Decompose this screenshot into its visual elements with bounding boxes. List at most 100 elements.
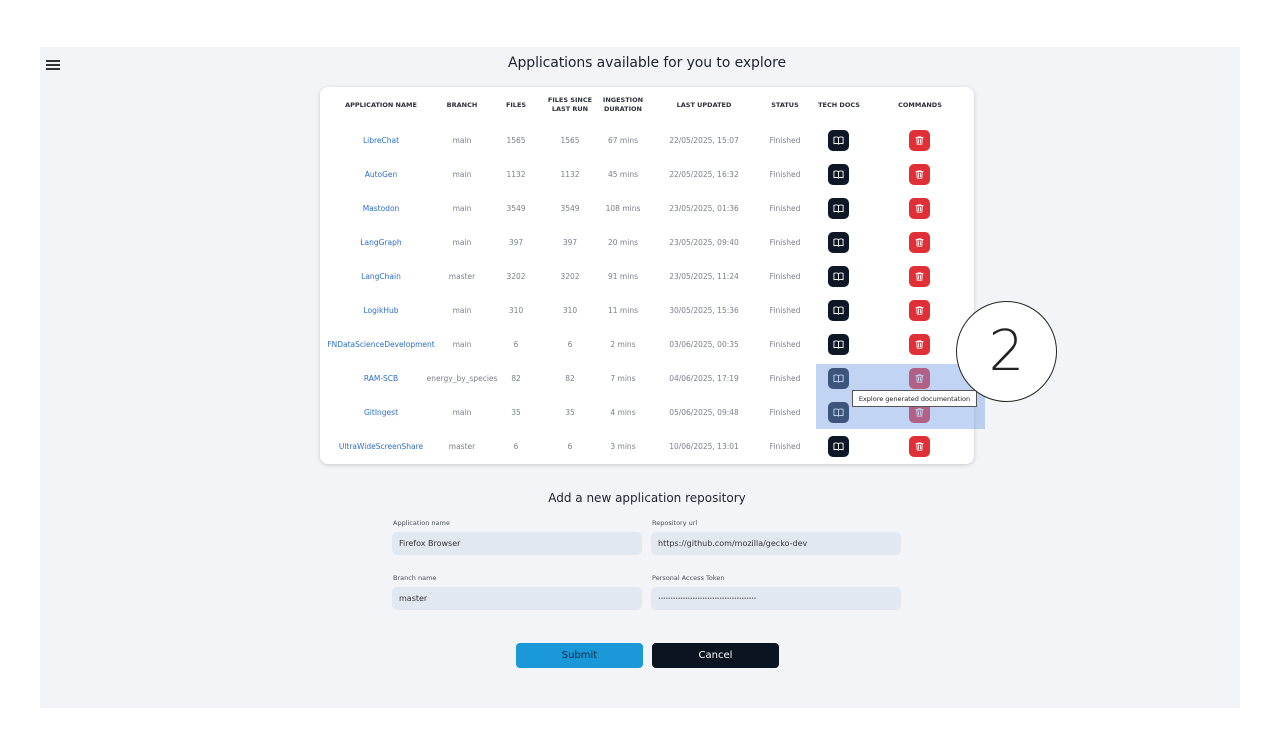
trash-icon bbox=[914, 135, 925, 146]
status-cell: Finished bbox=[769, 441, 801, 451]
col-header-files-since: FILES SINCE LAST RUN bbox=[547, 96, 593, 113]
col-header-duration: INGESTION DURATION bbox=[602, 96, 644, 113]
delete-button[interactable] bbox=[909, 334, 930, 355]
trash-icon bbox=[914, 237, 925, 248]
col-header-commands: COMMANDS bbox=[898, 100, 942, 109]
files-cell: 3549 bbox=[506, 203, 526, 213]
book-icon bbox=[833, 271, 844, 282]
table-row: AutoGen main 1132 1132 45 mins 22/05/2025, 16… bbox=[320, 157, 974, 191]
branch-cell: master bbox=[448, 441, 476, 451]
app-name-link[interactable]: FNDataScienceDevelopment bbox=[320, 327, 442, 361]
book-icon bbox=[833, 169, 844, 180]
last-updated-cell: 23/05/2025, 09:40 bbox=[669, 237, 739, 247]
last-updated-cell: 23/05/2025, 11:24 bbox=[669, 271, 739, 281]
book-icon bbox=[833, 441, 844, 452]
last-updated-cell: 22/05/2025, 15:07 bbox=[669, 135, 739, 145]
files-cell: 6 bbox=[513, 441, 519, 451]
last-updated-cell: 10/06/2025, 13:01 bbox=[669, 441, 739, 451]
app-name-link[interactable]: LogikHub bbox=[320, 293, 442, 327]
duration-cell: 11 mins bbox=[608, 305, 638, 315]
app-name-link[interactable]: LibreChat bbox=[320, 123, 442, 157]
files-cell: 6 bbox=[513, 339, 519, 349]
files-since-cell: 82 bbox=[565, 373, 575, 383]
tech-docs-button[interactable] bbox=[828, 300, 849, 321]
status-cell: Finished bbox=[769, 305, 801, 315]
last-updated-cell: 03/06/2025, 00:35 bbox=[669, 339, 739, 349]
repo-url-input[interactable]: https://github.com/mozilla/gecko-dev bbox=[651, 532, 901, 555]
files-since-cell: 35 bbox=[565, 407, 575, 417]
tech-docs-button[interactable] bbox=[828, 232, 849, 253]
repo-url-label: Repository url bbox=[652, 519, 698, 527]
delete-button[interactable] bbox=[909, 198, 930, 219]
table-row: LangChain master 3202 3202 91 mins 23/05/2025… bbox=[320, 259, 974, 293]
app-name-link[interactable]: GitIngest bbox=[320, 395, 442, 429]
app-name-link[interactable]: UltraWideScreenShare bbox=[320, 429, 442, 463]
tech-docs-button[interactable] bbox=[828, 436, 849, 457]
files-cell: 310 bbox=[508, 305, 524, 315]
tech-docs-button[interactable] bbox=[828, 266, 849, 287]
cancel-button[interactable]: Cancel bbox=[652, 643, 779, 668]
tech-docs-button[interactable] bbox=[828, 130, 849, 151]
files-cell: 1132 bbox=[506, 169, 526, 179]
col-header-status: STATUS bbox=[771, 100, 799, 109]
status-cell: Finished bbox=[769, 373, 801, 383]
files-cell: 1565 bbox=[506, 135, 526, 145]
last-updated-cell: 30/05/2025, 15:36 bbox=[669, 305, 739, 315]
tech-docs-button[interactable] bbox=[828, 334, 849, 355]
files-cell: 397 bbox=[508, 237, 524, 247]
tooltip: Explore generated documentation bbox=[852, 390, 977, 407]
app-name-link[interactable]: AutoGen bbox=[320, 157, 442, 191]
last-updated-cell: 04/06/2025, 17:19 bbox=[669, 373, 739, 383]
book-icon bbox=[833, 305, 844, 316]
app-name-link[interactable]: LangGraph bbox=[320, 225, 442, 259]
last-updated-cell: 22/05/2025, 16:32 bbox=[669, 169, 739, 179]
book-icon bbox=[833, 135, 844, 146]
col-header-files: FILES bbox=[505, 100, 527, 109]
trash-icon bbox=[914, 339, 925, 350]
delete-button[interactable] bbox=[909, 130, 930, 151]
status-cell: Finished bbox=[769, 135, 801, 145]
trash-icon bbox=[914, 271, 925, 282]
app-name-link[interactable]: RAM-SCB bbox=[320, 361, 442, 395]
app-name-link[interactable]: LangChain bbox=[320, 259, 442, 293]
delete-button[interactable] bbox=[909, 232, 930, 253]
files-since-cell: 310 bbox=[562, 305, 578, 315]
status-cell: Finished bbox=[769, 339, 801, 349]
branch-cell: main bbox=[452, 305, 472, 315]
files-since-cell: 1565 bbox=[560, 135, 580, 145]
trash-icon bbox=[914, 203, 925, 214]
tech-docs-button[interactable] bbox=[828, 198, 849, 219]
branch-cell: main bbox=[452, 169, 472, 179]
table-row: LibreChat main 1565 1565 67 mins 22/05/2025, … bbox=[320, 123, 974, 157]
status-cell: Finished bbox=[769, 407, 801, 417]
book-icon bbox=[833, 339, 844, 350]
branch-name-input[interactable]: master bbox=[392, 587, 642, 610]
form-title: Add a new application repository bbox=[548, 491, 746, 505]
last-updated-cell: 05/06/2025, 09:48 bbox=[669, 407, 739, 417]
table-header: APPLICATION NAME BRANCH FILES FILES SINC… bbox=[320, 87, 974, 123]
app-name-link[interactable]: Mastodon bbox=[320, 191, 442, 225]
tech-docs-button[interactable] bbox=[828, 164, 849, 185]
token-input[interactable]: •••••••••••••••••••••••••••••••••••••••• bbox=[651, 587, 901, 610]
app-name-input[interactable]: Firefox Browser bbox=[392, 532, 642, 555]
duration-cell: 45 mins bbox=[608, 169, 638, 179]
delete-button[interactable] bbox=[909, 164, 930, 185]
col-header-last-updated: LAST UPDATED bbox=[676, 100, 732, 109]
duration-cell: 91 mins bbox=[608, 271, 638, 281]
duration-cell: 4 mins bbox=[610, 407, 636, 417]
duration-cell: 67 mins bbox=[608, 135, 638, 145]
submit-button[interactable]: Submit bbox=[516, 643, 643, 668]
delete-button[interactable] bbox=[909, 300, 930, 321]
delete-button[interactable] bbox=[909, 266, 930, 287]
delete-button[interactable] bbox=[909, 436, 930, 457]
duration-cell: 108 mins bbox=[605, 203, 641, 213]
branch-name-label: Branch name bbox=[393, 574, 437, 582]
files-cell: 82 bbox=[511, 373, 521, 383]
branch-cell: energy_by_species bbox=[426, 373, 498, 383]
files-since-cell: 3549 bbox=[560, 203, 580, 213]
branch-cell: main bbox=[452, 237, 472, 247]
col-header-application-name: APPLICATION NAME bbox=[345, 100, 417, 109]
step-marker: 2 bbox=[956, 301, 1057, 402]
col-header-branch: BRANCH bbox=[446, 100, 478, 109]
files-since-cell: 6 bbox=[567, 441, 573, 451]
